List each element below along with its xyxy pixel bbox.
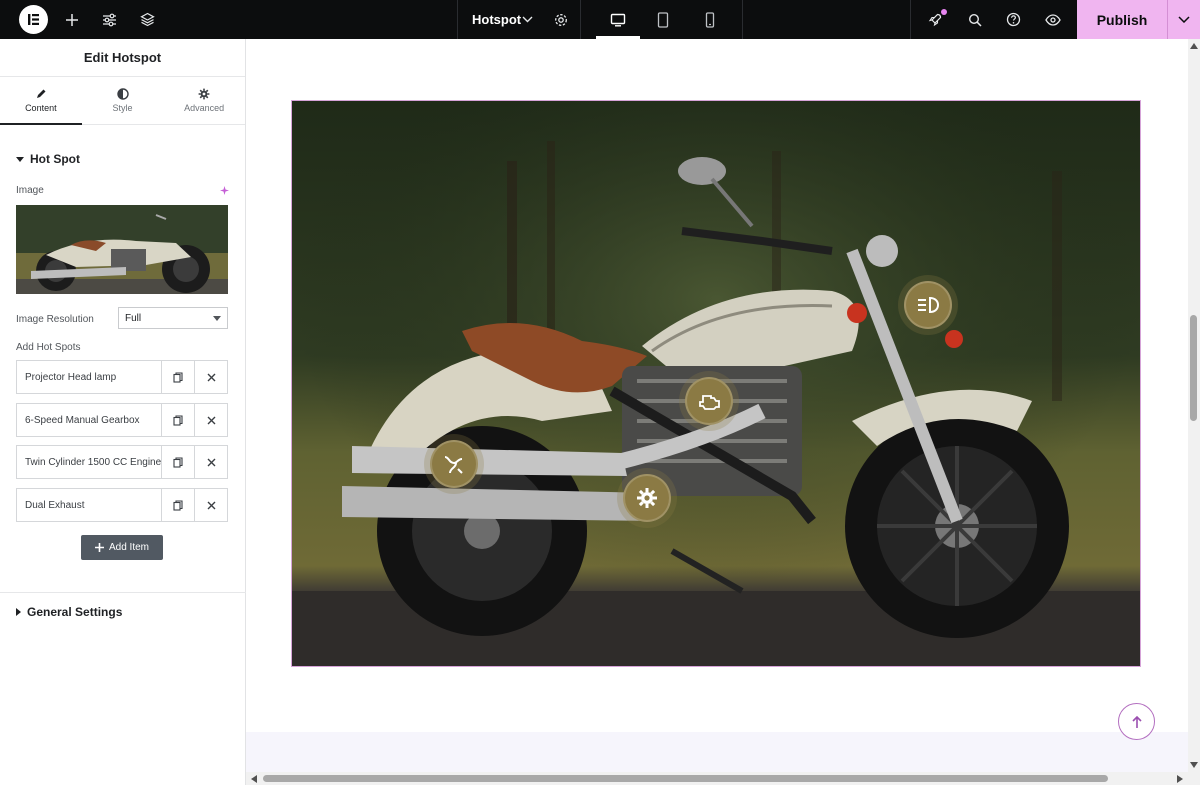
search-icon[interactable] (955, 0, 994, 39)
hotspot-item-label[interactable]: 6-Speed Manual Gearbox (17, 404, 161, 436)
tab-content[interactable]: Content (0, 77, 82, 125)
desktop-icon[interactable] (598, 0, 637, 39)
section-title: General Settings (27, 605, 123, 619)
hotspot-item-gearbox[interactable]: 6-Speed Manual Gearbox (16, 403, 228, 437)
hotspot-item-label[interactable]: Twin Cylinder 1500 CC Engine (17, 446, 161, 478)
pencil-icon (36, 89, 46, 98)
hotspot-item-label[interactable]: Projector Head lamp (17, 361, 161, 393)
scroll-right-arrow-icon[interactable] (1177, 775, 1183, 783)
panel-title: Edit Hotspot (0, 39, 245, 77)
scroll-left-arrow-icon[interactable] (251, 775, 257, 783)
image-label: Image (16, 185, 44, 196)
separator (910, 0, 911, 39)
plus-icon[interactable] (52, 0, 91, 39)
panel-tabs: Content Style Advanced (0, 77, 245, 125)
eye-icon[interactable] (1033, 0, 1072, 39)
tablet-icon[interactable] (643, 0, 682, 39)
add-hotspots-label: Add Hot Spots (16, 342, 81, 353)
hotspot-item-label[interactable]: Dual Exhaust (17, 489, 161, 521)
back-to-top-button[interactable] (1118, 703, 1155, 740)
hotspot-item-engine[interactable]: Twin Cylinder 1500 CC Engine (16, 445, 228, 479)
mobile-icon[interactable] (690, 0, 729, 39)
divider (0, 592, 246, 593)
horizontal-scrollbar-thumb[interactable] (263, 775, 1108, 782)
contrast-icon (116, 88, 129, 100)
duplicate-icon[interactable] (161, 489, 194, 521)
top-bar: Hotspot Publish (0, 0, 1200, 39)
general-settings-toggle[interactable]: General Settings (16, 605, 122, 619)
select-value: Full (125, 312, 142, 324)
engine-icon (699, 395, 720, 410)
notification-dot (941, 9, 947, 15)
headlight-icon (918, 296, 940, 314)
tab-label: Style (112, 103, 133, 113)
gearbox-hotspot[interactable] (623, 474, 671, 522)
duplicate-icon[interactable] (161, 404, 194, 436)
hotspot-image[interactable] (291, 100, 1141, 667)
remove-icon[interactable] (194, 489, 227, 521)
sliders-icon[interactable] (90, 0, 129, 39)
separator (580, 0, 581, 39)
ai-sparkle-icon[interactable] (219, 185, 230, 196)
caret-right-icon (16, 608, 21, 616)
separator (742, 0, 743, 39)
vertical-scrollbar-thumb[interactable] (1190, 315, 1197, 421)
hotspot-section-toggle[interactable]: Hot Spot (16, 152, 80, 166)
tab-style[interactable]: Style (82, 77, 164, 124)
rocket-icon[interactable] (916, 0, 955, 39)
duplicate-icon[interactable] (161, 446, 194, 478)
page-settings-gear-icon[interactable] (541, 0, 580, 39)
remove-icon[interactable] (194, 361, 227, 393)
hotspot-item-projector-head-lamp[interactable]: Projector Head lamp (16, 360, 228, 394)
plus-icon (94, 543, 104, 552)
canvas-next-section (246, 732, 1188, 772)
image-resolution-label: Image Resolution (16, 314, 94, 325)
image-thumbnail[interactable] (16, 205, 228, 294)
tab-advanced[interactable]: Advanced (163, 77, 245, 124)
remove-icon[interactable] (194, 404, 227, 436)
tab-label: Content (25, 103, 57, 113)
add-item-button[interactable]: Add Item (81, 535, 163, 560)
exhaust-icon (444, 456, 463, 474)
scroll-down-arrow-icon[interactable] (1190, 762, 1198, 768)
caret-down-icon (16, 156, 24, 162)
add-item-label: Add Item (108, 542, 150, 553)
gear-icon (198, 88, 210, 100)
engine-hotspot[interactable] (685, 377, 733, 425)
section-title: Hot Spot (30, 152, 80, 166)
elementor-logo-icon[interactable] (19, 5, 48, 34)
tab-label: Advanced (184, 103, 225, 113)
editor-panel: Edit Hotspot Content Style Advanced Hot … (0, 39, 246, 785)
duplicate-icon[interactable] (161, 361, 194, 393)
help-icon[interactable] (994, 0, 1033, 39)
publish-options-chevron-icon[interactable] (1167, 0, 1200, 39)
headlamp-hotspot[interactable] (904, 281, 952, 329)
gear-icon (637, 488, 657, 508)
remove-icon[interactable] (194, 446, 227, 478)
chevron-down-icon (213, 316, 221, 321)
hotspot-item-dual-exhaust[interactable]: Dual Exhaust (16, 488, 228, 522)
publish-button[interactable]: Publish (1077, 0, 1167, 39)
arrow-up-icon (1131, 715, 1142, 728)
exhaust-hotspot[interactable] (430, 440, 478, 488)
image-resolution-select[interactable]: Full (118, 307, 228, 329)
layers-icon[interactable] (128, 0, 167, 39)
separator (457, 0, 458, 39)
scroll-up-arrow-icon[interactable] (1190, 43, 1198, 49)
